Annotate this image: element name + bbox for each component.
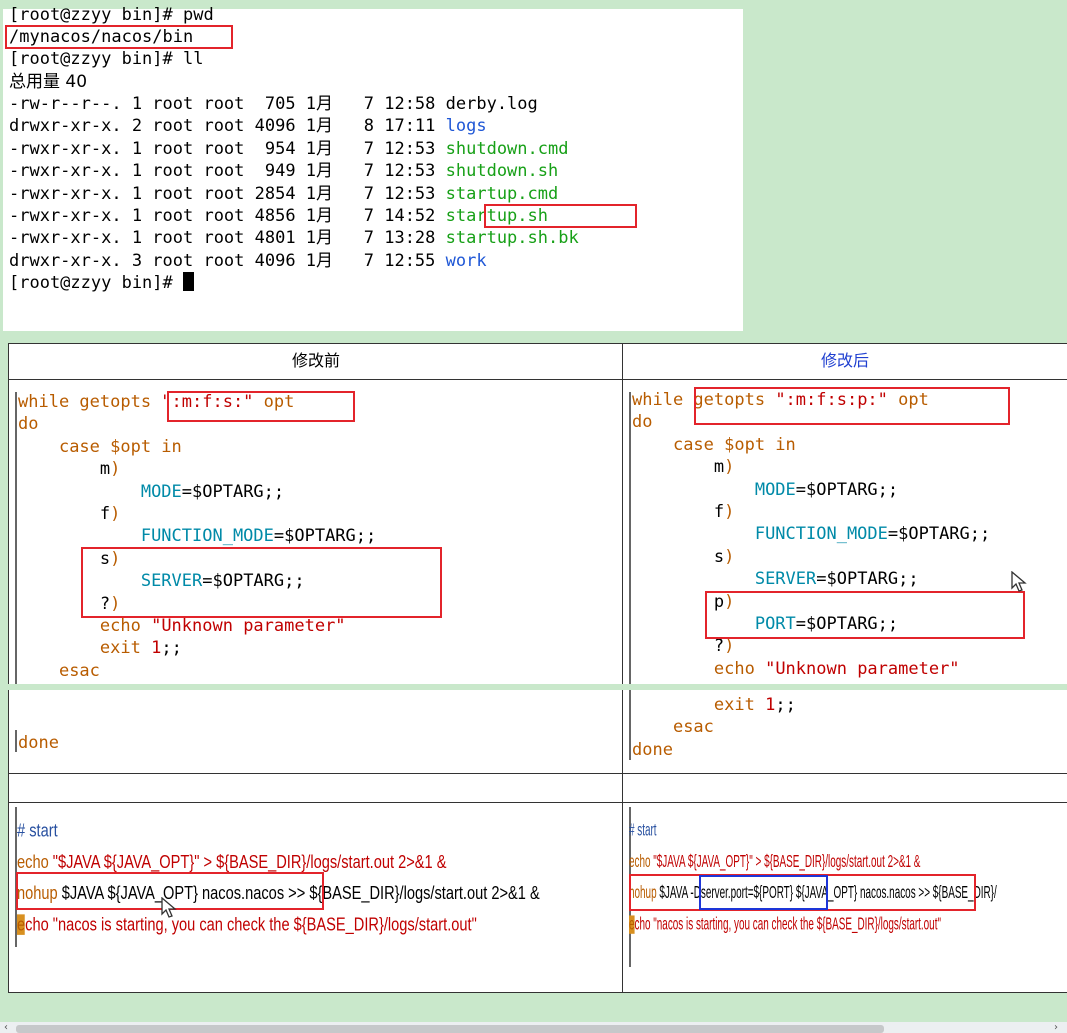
file-meta: -rwxr-xr-x. 1 root root 954 1月 7 12:53 xyxy=(9,138,446,159)
empty-cell xyxy=(8,773,623,803)
highlight-box-port-option xyxy=(705,591,1025,639)
terminal-prompt[interactable]: [root@zzyy bin]# xyxy=(9,272,194,294)
scroll-left-arrow-icon[interactable]: ‹ xyxy=(4,1022,8,1033)
file-name: work xyxy=(445,250,487,271)
file-row: -rwxr-xr-x. 1 root root 4856 1月 7 14:52 … xyxy=(9,205,548,227)
after-start-cell: # start echo "$JAVA ${JAVA_OPT}" > ${BAS… xyxy=(622,802,1067,993)
file-name: startup.sh.bk xyxy=(445,228,579,249)
highlight-box-startup-sh xyxy=(484,204,637,228)
terminal-line: [root@zzyy bin]# ll xyxy=(9,49,204,69)
file-meta: -rwxr-xr-x. 1 root root 949 1月 7 12:53 xyxy=(9,161,446,182)
terminal-line: [root@zzyy bin]# pwd xyxy=(9,5,214,25)
before-code-cell: while getopts ":m:f:s:" opt do case $opt… xyxy=(8,379,623,773)
file-name: shutdown.cmd xyxy=(445,138,569,159)
empty-cell xyxy=(622,773,1067,803)
file-meta: -rwxr-xr-x. 1 root root 4801 1月 7 13:28 xyxy=(9,228,446,249)
file-row: -rwxr-xr-x. 1 root root 4801 1月 7 13:28 … xyxy=(9,227,579,249)
file-row: -rwxr-xr-x. 1 root root 949 1月 7 12:53 s… xyxy=(9,160,558,182)
file-meta: drwxr-xr-x. 3 root root 4096 1月 7 12:55 xyxy=(9,250,446,271)
terminal-window: [root@zzyy bin]# pwd /mynacos/nacos/bin … xyxy=(3,5,743,331)
scrollbar-thumb[interactable] xyxy=(16,1025,884,1033)
after-code-cell: while getopts ":m:f:s:p:" opt do case $o… xyxy=(622,379,1067,773)
highlight-box-server-option xyxy=(81,547,442,618)
terminal-line-total: 总用量 40 xyxy=(9,72,88,92)
cursor-block xyxy=(183,272,194,291)
file-meta: -rwxr-xr-x. 1 root root 4856 1月 7 14:52 xyxy=(9,206,446,226)
highlight-box-getopts-before xyxy=(167,391,355,422)
file-row: -rwxr-xr-x. 1 root root 954 1月 7 12:53 s… xyxy=(9,138,568,160)
file-meta: drwxr-xr-x. 2 root root 4096 1月 8 17:11 xyxy=(9,116,446,137)
scroll-right-arrow-icon[interactable]: › xyxy=(1054,1022,1058,1033)
header-after: 修改后 xyxy=(622,343,1067,379)
file-meta: -rwxr-xr-x. 1 root root 2854 1月 7 12:53 xyxy=(9,183,446,204)
screenshot-seam xyxy=(0,684,1067,690)
after-code-tail: exit 1;; esac done xyxy=(632,695,796,760)
file-name: startup.cmd xyxy=(445,183,559,204)
before-code: while getopts ":m:f:s:" opt do case $opt… xyxy=(18,392,377,681)
before-done: done xyxy=(18,733,59,753)
comparison-table: 修改前 修改后 while getopts ":m:f:s:" opt do c… xyxy=(8,343,1067,993)
prompt-text: [root@zzyy bin]# xyxy=(9,273,183,293)
header-before: 修改前 xyxy=(8,343,623,379)
file-name: derby.log xyxy=(445,94,538,114)
file-row: drwxr-xr-x. 2 root root 4096 1月 8 17:11 … xyxy=(9,115,487,137)
file-row: -rwxr-xr-x. 1 root root 2854 1月 7 12:53 … xyxy=(9,183,558,205)
highlight-box-dserver-port xyxy=(699,875,828,910)
file-name: logs xyxy=(445,116,487,137)
file-meta: -rw-r--r--. 1 root root 705 1月 7 12:58 xyxy=(9,94,446,114)
file-name: shutdown.sh xyxy=(445,161,559,182)
highlight-box-pwd xyxy=(5,25,233,49)
highlight-box-getopts-after xyxy=(694,387,1010,425)
mouse-cursor-icon xyxy=(161,897,177,918)
mouse-cursor-icon xyxy=(1011,571,1027,592)
file-row: drwxr-xr-x. 3 root root 4096 1月 7 12:55 … xyxy=(9,250,487,272)
before-start-cell: # start echo "$JAVA ${JAVA_OPT}" > ${BAS… xyxy=(8,802,623,993)
file-row: -rw-r--r--. 1 root root 705 1月 7 12:58 d… xyxy=(9,93,538,115)
